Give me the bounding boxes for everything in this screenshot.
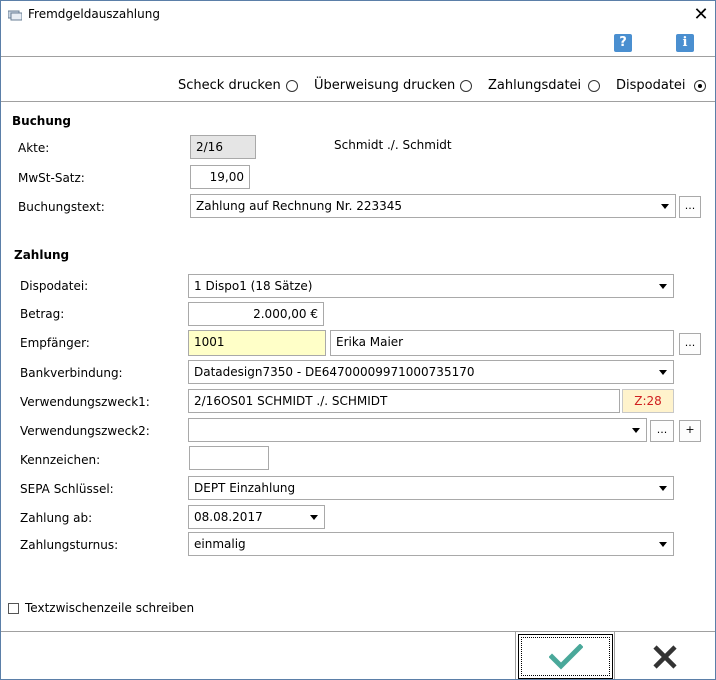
app-icon (7, 9, 23, 21)
zahlung-ab-label: Zahlung ab: (20, 511, 93, 525)
chevron-down-icon (659, 542, 667, 547)
option-dispodatei-label: Dispodatei (616, 78, 686, 93)
verwendungszweck2-label: Verwendungszweck2: (20, 424, 150, 438)
akte-name: Schmidt ./. Schmidt (334, 138, 452, 152)
sepa-value: DEPT Einzahlung (194, 481, 296, 495)
kennzeichen-field[interactable] (189, 446, 269, 470)
textzwischenzeile-label: Textzwischenzeile schreiben (25, 601, 195, 615)
chevron-down-icon (659, 486, 667, 491)
chevron-down-icon (659, 284, 667, 289)
dispodatei-value: 1 Dispo1 (18 Sätze) (194, 279, 313, 293)
zahlungsturnus-combo[interactable]: einmalig (188, 532, 674, 556)
zahlungsturnus-value: einmalig (194, 537, 246, 551)
option-ueberweisung-radio[interactable] (460, 80, 472, 92)
option-scheck-label: Scheck drucken (178, 78, 281, 93)
verwendungszweck2-more-button[interactable]: ... (650, 420, 674, 442)
sepa-label: SEPA Schlüssel: (20, 482, 114, 496)
sepa-combo[interactable]: DEPT Einzahlung (188, 476, 674, 500)
section-zahlung-title: Zahlung (14, 248, 70, 262)
close-icon[interactable]: ✕ (689, 3, 713, 27)
footer-divider (1, 631, 715, 632)
window-title: Fremdgeldauszahlung (28, 7, 160, 21)
checkmark-icon (549, 644, 583, 670)
option-zahlungsdatei-label: Zahlungsdatei (488, 78, 582, 93)
option-scheck-radio[interactable] (286, 80, 298, 92)
buchungstext-value: Zahlung auf Rechnung Nr. 223345 (196, 199, 403, 213)
close-icon (653, 645, 677, 669)
options-divider (1, 101, 715, 102)
chevron-down-icon (632, 428, 640, 433)
dispodatei-label: Dispodatei: (20, 279, 89, 293)
textzwischenzeile-checkbox[interactable] (8, 603, 19, 614)
empfaenger-more-button[interactable]: ... (679, 333, 701, 355)
empfaenger-id-field[interactable]: 1001 (188, 330, 326, 356)
dispodatei-combo[interactable]: 1 Dispo1 (18 Sätze) (188, 274, 674, 298)
verwendungszweck2-combo[interactable] (188, 418, 647, 442)
akte-label: Akte: (18, 141, 50, 155)
chevron-down-icon (659, 370, 667, 375)
zahlungsturnus-label: Zahlungsturnus: (20, 538, 119, 552)
info-icon[interactable]: i (676, 34, 694, 52)
bankverbindung-value: Datadesign7350 - DE64700009971000735170 (194, 365, 475, 379)
option-zahlungsdatei-radio[interactable] (588, 80, 600, 92)
verwendungszweck1-count-badge: Z:28 (622, 389, 674, 413)
akte-field[interactable]: 2/16 (190, 135, 256, 159)
cancel-button[interactable] (615, 634, 715, 679)
bankverbindung-label: Bankverbindung: (20, 366, 123, 380)
mwst-field[interactable]: 19,00 (190, 165, 250, 189)
betrag-field[interactable]: 2.000,00 € (188, 302, 324, 326)
buchungstext-combo[interactable]: Zahlung auf Rechnung Nr. 223345 (190, 194, 676, 218)
chevron-down-icon (310, 515, 318, 520)
help-icon[interactable]: ? (614, 34, 632, 52)
empfaenger-label: Empfänger: (20, 336, 90, 350)
verwendungszweck1-label: Verwendungszweck1: (20, 395, 150, 409)
option-dispodatei-radio[interactable] (694, 80, 706, 92)
footer-separator-1 (515, 631, 516, 679)
kennzeichen-label: Kennzeichen: (20, 453, 101, 467)
buchungstext-more-button[interactable]: ... (679, 196, 701, 218)
title-bar: Fremdgeldauszahlung ✕ (1, 1, 715, 31)
verwendungszweck2-add-button[interactable]: + (679, 420, 701, 442)
ok-button[interactable] (518, 634, 613, 679)
chevron-down-icon (661, 204, 669, 209)
betrag-label: Betrag: (20, 307, 65, 321)
zahlung-ab-value: 08.08.2017 (194, 510, 263, 524)
verwendungszweck1-field[interactable]: 2/16OS01 SCHMIDT ./. SCHMIDT (188, 389, 620, 413)
buchungstext-label: Buchungstext: (18, 200, 105, 214)
option-ueberweisung-label: Überweisung drucken (314, 78, 456, 93)
bankverbindung-combo[interactable]: Datadesign7350 - DE64700009971000735170 (188, 360, 674, 384)
zahlung-ab-datepicker[interactable]: 08.08.2017 (188, 505, 325, 529)
header-divider (1, 56, 715, 57)
empfaenger-name-field[interactable]: Erika Maier (330, 330, 674, 356)
mwst-label: MwSt-Satz: (18, 171, 85, 185)
dialog-window: Fremdgeldauszahlung ✕ ? i Scheck drucken… (0, 0, 716, 680)
section-buchung-title: Buchung (12, 114, 72, 128)
